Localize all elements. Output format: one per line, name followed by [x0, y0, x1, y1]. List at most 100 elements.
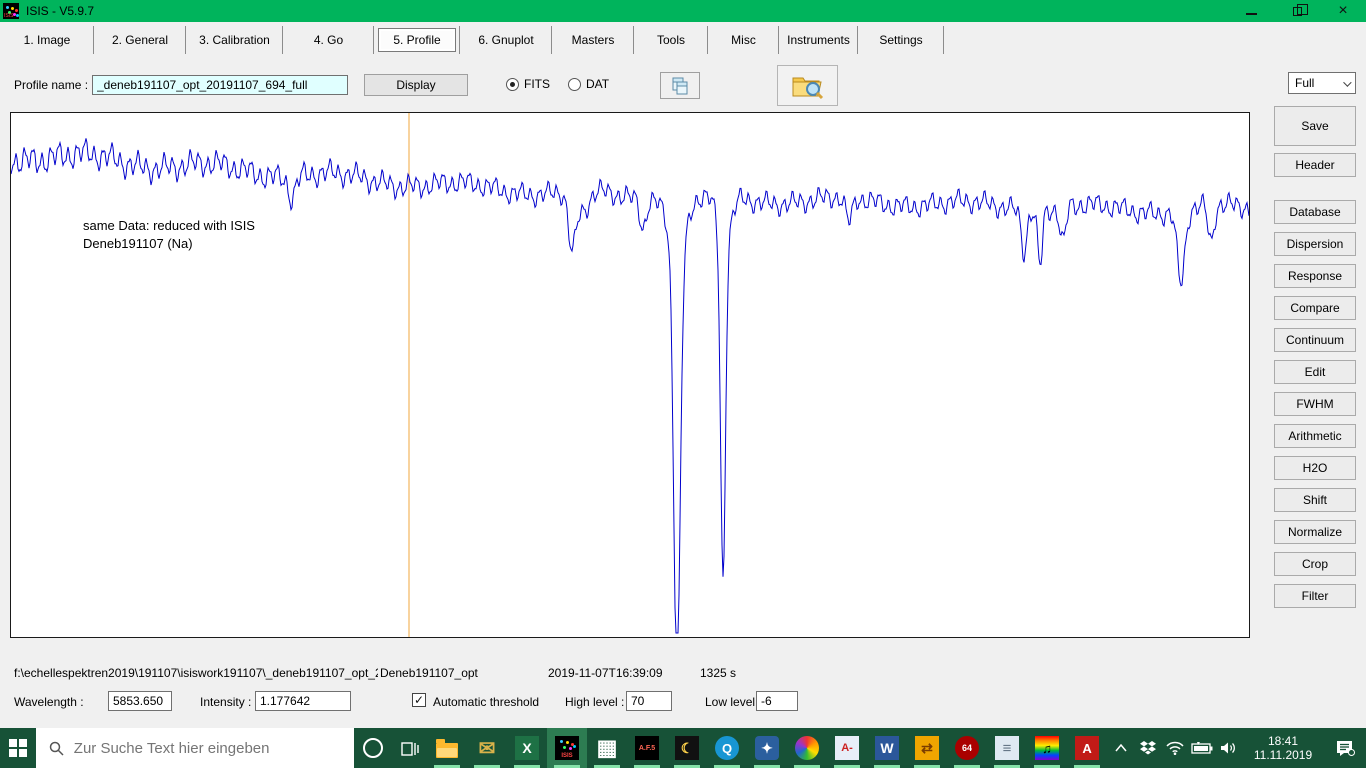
- tab-profile[interactable]: 5. Profile: [374, 22, 460, 58]
- taskbar-search-box[interactable]: [35, 728, 354, 768]
- database-button[interactable]: Database: [1274, 200, 1356, 224]
- tab-calibration[interactable]: 3. Calibration: [186, 22, 283, 58]
- notepad-icon: ≡: [995, 736, 1020, 760]
- plot-annotation-line2: Deneb191107 (Na): [83, 236, 193, 251]
- battery-tray-button[interactable]: [1188, 728, 1215, 768]
- compare-button[interactable]: Compare: [1274, 296, 1356, 320]
- view-mode-select[interactable]: Full: [1288, 72, 1356, 94]
- word-taskbar-button[interactable]: W: [867, 728, 907, 768]
- header-button[interactable]: Header: [1274, 153, 1356, 177]
- phoenix-taskbar-button[interactable]: ✦: [747, 728, 787, 768]
- start-button[interactable]: [0, 728, 36, 768]
- font-tool-taskbar-button[interactable]: A-: [827, 728, 867, 768]
- cortana-icon: [363, 738, 384, 758]
- high-level-input[interactable]: [626, 691, 672, 711]
- minimize-button[interactable]: [1228, 0, 1274, 22]
- checkmark-icon: ✓: [413, 693, 425, 707]
- dat-radio-dot: [568, 77, 581, 91]
- tab-gnuplot-label: 6. Gnuplot: [478, 33, 534, 47]
- irfanview-taskbar-button[interactable]: 64: [947, 728, 987, 768]
- dropbox-tray-button[interactable]: [1134, 728, 1161, 768]
- tab-go[interactable]: 4. Go: [283, 22, 374, 58]
- music-spectrum-taskbar-button[interactable]: ♫: [1027, 728, 1067, 768]
- shift-button[interactable]: Shift: [1274, 488, 1356, 512]
- dat-radio-label: DAT: [586, 77, 610, 91]
- tab-tools[interactable]: Tools: [634, 22, 708, 58]
- mail-icon: ✉: [478, 737, 496, 760]
- close-button[interactable]: ×: [1320, 0, 1366, 22]
- task-view-button[interactable]: [393, 728, 427, 768]
- tab-gnuplot[interactable]: 6. Gnuplot: [460, 22, 552, 58]
- volume-tray-button[interactable]: [1215, 728, 1242, 768]
- crop-button[interactable]: Crop: [1274, 552, 1356, 576]
- battery-icon: [1190, 742, 1213, 754]
- restore-button[interactable]: [1274, 0, 1320, 22]
- view-mode-value: Full: [1295, 76, 1315, 90]
- tab-general[interactable]: 2. General: [94, 22, 186, 58]
- word-icon: W: [875, 736, 900, 760]
- action-center-button[interactable]: [1324, 728, 1366, 768]
- file-path-text: f:\echellespektren2019\191107\isiswork19…: [14, 666, 378, 680]
- tab-image[interactable]: 1. Image: [0, 22, 94, 58]
- copy-button[interactable]: [660, 72, 700, 99]
- tab-settings[interactable]: Settings: [858, 22, 944, 58]
- save-button[interactable]: Save: [1274, 106, 1356, 146]
- q-app-taskbar-button[interactable]: Q: [707, 728, 747, 768]
- response-button[interactable]: Response: [1274, 264, 1356, 288]
- low-level-input[interactable]: [756, 691, 798, 711]
- automatic-threshold-label: Automatic threshold: [433, 695, 540, 709]
- wavelength-input[interactable]: [108, 691, 172, 711]
- window-title: ISIS - V5.9.7: [26, 4, 95, 18]
- tab-misc[interactable]: Misc: [708, 22, 779, 58]
- fits-radio-dot: [506, 77, 519, 91]
- edit-button[interactable]: Edit: [1274, 360, 1356, 384]
- file-explorer-taskbar-button[interactable]: [427, 728, 467, 768]
- automatic-threshold-checkbox[interactable]: ✓: [412, 693, 426, 707]
- notepad-taskbar-button[interactable]: ≡: [987, 728, 1027, 768]
- treesize-icon: ⇄: [915, 736, 940, 760]
- af5-rename-taskbar-button[interactable]: A.F.5: [627, 728, 667, 768]
- wifi-tray-button[interactable]: [1161, 728, 1188, 768]
- spectrum-plot[interactable]: same Data: reduced with ISIS Deneb191107…: [10, 112, 1250, 638]
- fits-radio[interactable]: FITS: [506, 77, 550, 91]
- intensity-input[interactable]: [255, 691, 351, 711]
- acrobat-taskbar-button[interactable]: A: [1067, 728, 1107, 768]
- action-center-icon: [1336, 740, 1355, 756]
- arithmetic-button[interactable]: Arithmetic: [1274, 424, 1356, 448]
- fwhm-button[interactable]: FWHM: [1274, 392, 1356, 416]
- tab-masters[interactable]: Masters: [552, 22, 634, 58]
- windows-logo-icon: [8, 739, 27, 757]
- dropbox-icon: [1139, 741, 1156, 755]
- display-button[interactable]: Display: [364, 74, 468, 96]
- tab-masters-label: Masters: [571, 33, 615, 47]
- q-app-icon: Q: [715, 736, 740, 760]
- tab-instruments[interactable]: Instruments: [779, 22, 858, 58]
- filter-button[interactable]: Filter: [1274, 584, 1356, 608]
- excel-taskbar-button[interactable]: X: [507, 728, 547, 768]
- continuum-button[interactable]: Continuum: [1274, 328, 1356, 352]
- taskbar-search-input[interactable]: [73, 739, 354, 757]
- paint-palette-taskbar-button[interactable]: [787, 728, 827, 768]
- dispersion-button[interactable]: Dispersion: [1274, 232, 1356, 256]
- isis-taskbar-button[interactable]: ISIS: [547, 728, 588, 768]
- cortana-button[interactable]: [354, 728, 393, 768]
- profile-name-input[interactable]: [92, 75, 348, 95]
- tray-expand-button[interactable]: [1107, 728, 1134, 768]
- normalize-button[interactable]: Normalize: [1274, 520, 1356, 544]
- h2o-button[interactable]: H2O: [1274, 456, 1356, 480]
- mail-taskbar-button[interactable]: ✉: [467, 728, 507, 768]
- window-controls: ×: [1228, 0, 1366, 22]
- format-radio-group: FITS DAT: [506, 77, 609, 91]
- acrobat-icon: A: [1075, 736, 1100, 760]
- telescope-icon: ☾: [675, 736, 700, 760]
- treesize-taskbar-button[interactable]: ⇄: [907, 728, 947, 768]
- fits-radio-label: FITS: [524, 77, 550, 91]
- taskbar-clock[interactable]: 18:41 11.11.2019: [1242, 734, 1324, 762]
- dat-radio[interactable]: DAT: [568, 77, 609, 91]
- calculator-taskbar-button[interactable]: ▦: [587, 728, 627, 768]
- minimize-icon: [1245, 13, 1257, 15]
- observation-datetime-text: 2019-11-07T16:39:09: [548, 666, 663, 680]
- telescope-taskbar-button[interactable]: ☾: [667, 728, 707, 768]
- calculator-icon: ▦: [596, 736, 618, 760]
- browse-files-button[interactable]: [777, 65, 838, 106]
